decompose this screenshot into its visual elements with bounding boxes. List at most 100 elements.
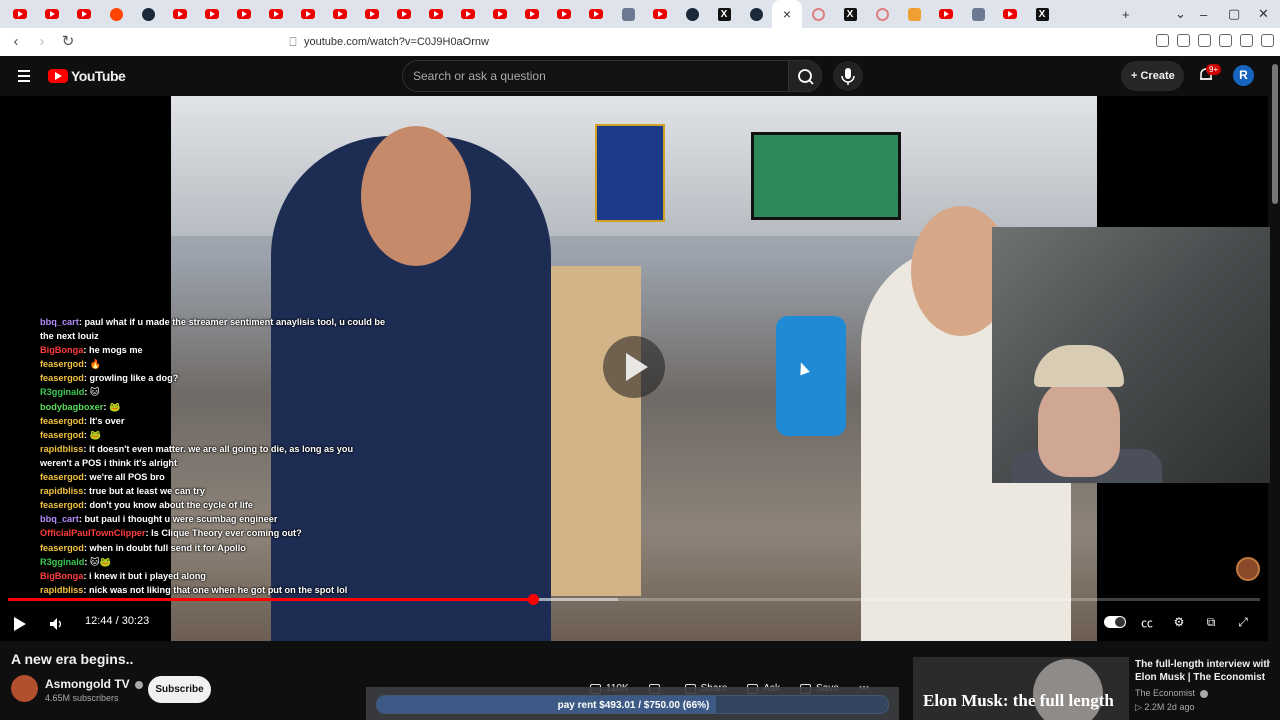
browser-tab[interactable]: X bbox=[708, 0, 740, 28]
new-tab-button[interactable]: + bbox=[1122, 0, 1130, 28]
browser-tab[interactable] bbox=[644, 0, 676, 28]
browser-tab[interactable]: X bbox=[1026, 0, 1058, 28]
chat-username: rapidbliss bbox=[40, 584, 84, 595]
chat-username: feasergod bbox=[40, 500, 84, 511]
browser-tab[interactable] bbox=[676, 0, 708, 28]
minimize-icon[interactable]: – bbox=[1200, 0, 1207, 28]
back-icon[interactable]: ‹ bbox=[6, 32, 26, 52]
scrollbar-thumb[interactable] bbox=[1272, 64, 1278, 204]
notifications-badge: 9+ bbox=[1206, 64, 1222, 75]
browser-tab[interactable] bbox=[994, 0, 1026, 28]
channel-avatar[interactable] bbox=[11, 675, 38, 702]
youtube-logo[interactable]: YouTube bbox=[48, 68, 126, 84]
browser-tab[interactable] bbox=[898, 0, 930, 28]
recommended-video-thumbnail[interactable]: Elon Musk: the full length bbox=[913, 657, 1129, 720]
browser-tab[interactable] bbox=[228, 0, 260, 28]
browser-tab[interactable] bbox=[452, 0, 484, 28]
youtube-icon bbox=[205, 9, 219, 19]
progress-scrubber[interactable] bbox=[527, 594, 539, 605]
browser-tab[interactable] bbox=[740, 0, 772, 28]
browser-tab[interactable] bbox=[260, 0, 292, 28]
browser-tab[interactable] bbox=[36, 0, 68, 28]
wallet-icon[interactable] bbox=[1198, 34, 1211, 47]
youtube-icon bbox=[301, 9, 315, 19]
captions-icon[interactable]: ㏄ bbox=[1137, 614, 1157, 630]
x-icon: X bbox=[1035, 7, 1049, 21]
leo-icon[interactable] bbox=[1219, 34, 1232, 47]
maximize-icon[interactable]: ▢ bbox=[1228, 0, 1240, 28]
browser-tab[interactable] bbox=[548, 0, 580, 28]
close-tab-icon[interactable]: × bbox=[783, 6, 791, 22]
browser-tab[interactable] bbox=[962, 0, 994, 28]
subscribe-button[interactable]: Subscribe bbox=[148, 676, 211, 703]
fullscreen-icon[interactable]: ⤢ bbox=[1233, 614, 1253, 630]
chat-message: feasergod: 🔥 bbox=[40, 357, 420, 371]
page-scrollbar[interactable] bbox=[1270, 56, 1280, 720]
browser-tab[interactable] bbox=[930, 0, 962, 28]
browser-tab[interactable] bbox=[356, 0, 388, 28]
autoplay-toggle[interactable] bbox=[1104, 616, 1126, 628]
recommended-video-channel[interactable]: The Economist bbox=[1135, 688, 1209, 698]
youtube-icon bbox=[557, 9, 571, 19]
browser-tab[interactable] bbox=[68, 0, 100, 28]
browser-tab[interactable] bbox=[580, 0, 612, 28]
video-title: A new era begins.. bbox=[11, 651, 134, 667]
video-player[interactable]: bbq_cart: paul what if u made the stream… bbox=[0, 96, 1280, 641]
video-scene-head-left bbox=[361, 126, 471, 266]
channel-watermark-avatar[interactable] bbox=[1236, 557, 1260, 581]
browser-tab-active[interactable]: × bbox=[772, 0, 802, 28]
youtube-icon bbox=[13, 9, 27, 19]
microphone-icon[interactable] bbox=[833, 61, 863, 91]
volume-icon[interactable] bbox=[49, 617, 63, 631]
browser-tab[interactable] bbox=[100, 0, 132, 28]
search-input[interactable]: Search or ask a question bbox=[402, 60, 788, 92]
browser-tab[interactable] bbox=[132, 0, 164, 28]
window-close-icon[interactable]: ✕ bbox=[1258, 0, 1269, 28]
account-avatar[interactable]: R bbox=[1233, 65, 1254, 86]
browser-tab[interactable] bbox=[866, 0, 898, 28]
chat-message: feasergod: when in doubt full send it fo… bbox=[40, 541, 420, 555]
music-extension-icon[interactable] bbox=[1156, 34, 1169, 47]
vpn-icon[interactable] bbox=[1240, 34, 1253, 47]
browser-tab[interactable] bbox=[4, 0, 36, 28]
rent-goal-overlay: pay rent $493.01 / $750.00 (66%) bbox=[366, 687, 899, 720]
progress-bar[interactable] bbox=[8, 594, 1260, 605]
settings-gear-icon[interactable]: ⚙ bbox=[1169, 614, 1189, 630]
browser-tab[interactable]: X bbox=[834, 0, 866, 28]
browser-tab[interactable] bbox=[484, 0, 516, 28]
chat-username: OfficialPaulTownClipper bbox=[40, 528, 146, 539]
browser-tab[interactable] bbox=[324, 0, 356, 28]
browser-tab[interactable] bbox=[420, 0, 452, 28]
reload-icon[interactable]: ↻ bbox=[58, 32, 78, 52]
chat-text: 🐱🐸 bbox=[90, 556, 112, 567]
youtube-icon bbox=[45, 9, 59, 19]
hamburger-menu-icon[interactable] bbox=[18, 70, 30, 85]
miniplayer-icon[interactable]: ⧉ bbox=[1201, 614, 1221, 630]
youtube-icon bbox=[173, 9, 187, 19]
url-bar[interactable]: youtube.com/watch?v=C0J9H0aOrnw bbox=[280, 31, 998, 53]
verified-icon bbox=[1200, 689, 1209, 698]
forward-icon[interactable]: › bbox=[32, 32, 52, 52]
chat-text: the next louiz bbox=[40, 331, 99, 342]
shield-icon bbox=[811, 7, 825, 21]
youtube-header: YouTube Search or ask a question + Creat… bbox=[0, 56, 1280, 96]
search-icon[interactable] bbox=[788, 60, 822, 92]
chat-username: rapidbliss bbox=[40, 443, 84, 454]
play-icon[interactable] bbox=[14, 617, 26, 631]
create-button[interactable]: + Create bbox=[1121, 61, 1184, 91]
browser-tab[interactable] bbox=[516, 0, 548, 28]
browser-tab[interactable] bbox=[612, 0, 644, 28]
tab-search-icon[interactable]: ⌄ bbox=[1175, 0, 1186, 28]
channel-name[interactable]: Asmongold TV bbox=[45, 677, 143, 691]
sidebar-icon[interactable] bbox=[1177, 34, 1190, 47]
browser-tab[interactable] bbox=[164, 0, 196, 28]
browser-tab[interactable] bbox=[802, 0, 834, 28]
browser-tab[interactable] bbox=[388, 0, 420, 28]
browser-tab[interactable] bbox=[292, 0, 324, 28]
browser-menu-icon[interactable] bbox=[1261, 34, 1274, 47]
chat-message: weren't a POS i think it's alright bbox=[40, 456, 420, 470]
center-play-icon[interactable] bbox=[603, 336, 665, 398]
recommended-video-title[interactable]: The full-length interview with Elon Musk… bbox=[1135, 658, 1275, 684]
browser-tab[interactable] bbox=[196, 0, 228, 28]
steam-icon bbox=[749, 7, 763, 21]
